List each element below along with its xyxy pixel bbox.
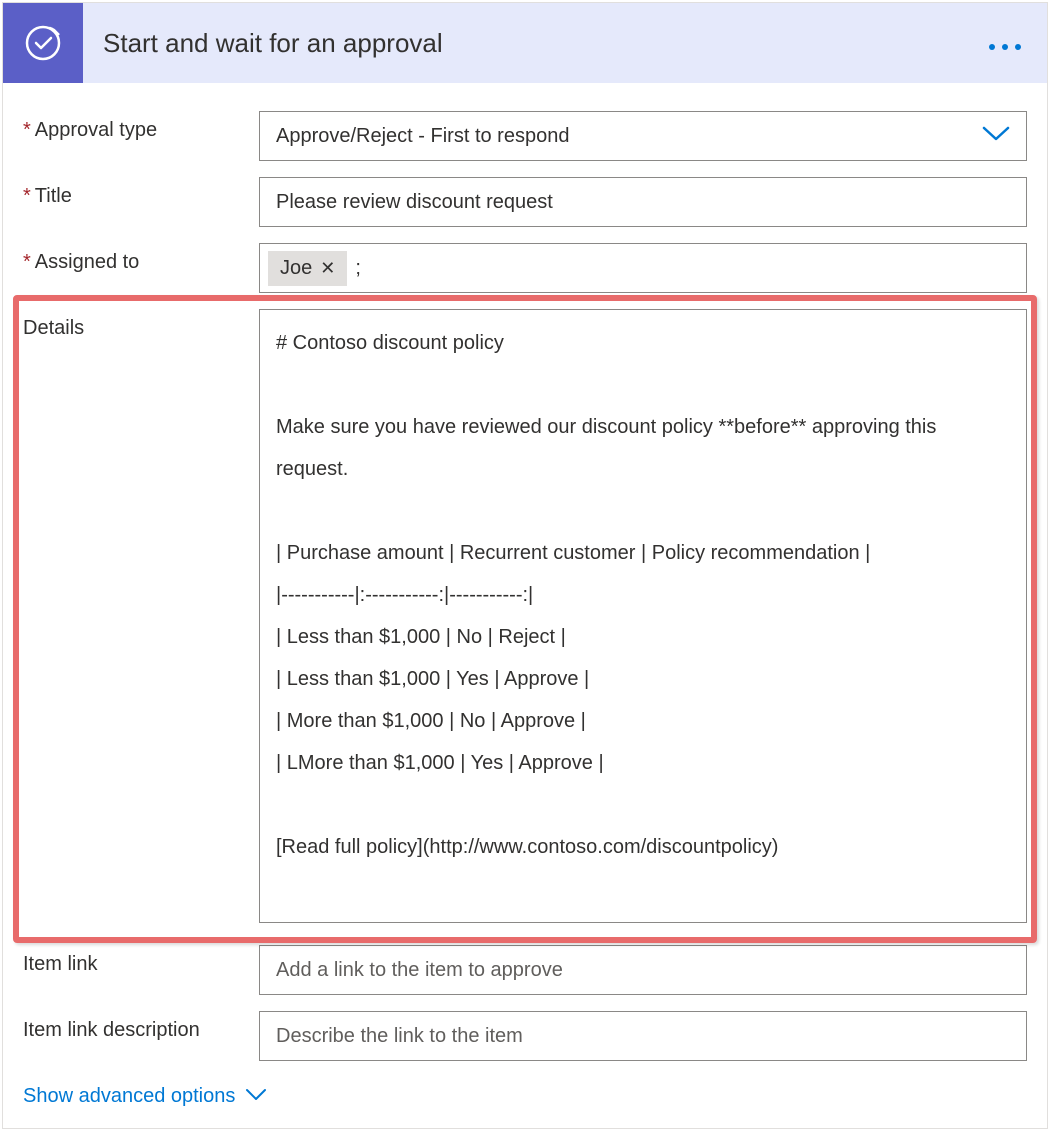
required-marker: * (23, 185, 31, 207)
card-title: Start and wait for an approval (83, 28, 963, 59)
advanced-label: Show advanced options (23, 1085, 235, 1108)
row-item-link: Item link (23, 945, 1027, 995)
row-details: Details (23, 309, 1027, 929)
row-item-link-description: Item link description (23, 1011, 1027, 1061)
label-item-link: Item link (23, 945, 259, 976)
item-link-input[interactable] (259, 945, 1027, 995)
row-assigned-to: *Assigned to Joe ✕ ; (23, 243, 1027, 293)
required-marker: * (23, 119, 31, 141)
label-assigned-to: *Assigned to (23, 243, 259, 274)
approval-action-card: Start and wait for an approval *Approval… (2, 2, 1048, 1129)
label-details: Details (23, 309, 259, 340)
details-textarea[interactable] (259, 309, 1027, 923)
remove-pill-button[interactable]: ✕ (320, 258, 335, 279)
chevron-down-icon (982, 125, 1010, 148)
approval-type-value: Approve/Reject - First to respond (276, 125, 569, 148)
approval-type-select[interactable]: Approve/Reject - First to respond (259, 111, 1027, 161)
required-marker: * (23, 251, 31, 273)
assignee-pill: Joe ✕ (268, 251, 347, 286)
label-item-link-description: Item link description (23, 1011, 259, 1042)
title-input[interactable] (259, 177, 1027, 227)
row-approval-type: *Approval type Approve/Reject - First to… (23, 111, 1027, 161)
card-menu-button[interactable] (963, 28, 1047, 59)
card-header: Start and wait for an approval (3, 3, 1047, 83)
assigned-to-input[interactable]: Joe ✕ ; (259, 243, 1027, 293)
row-title: *Title (23, 177, 1027, 227)
approval-icon (3, 3, 83, 83)
assignee-name: Joe (280, 257, 312, 280)
chevron-down-icon (245, 1085, 267, 1108)
show-advanced-options[interactable]: Show advanced options (23, 1077, 267, 1114)
label-approval-type: *Approval type (23, 111, 259, 142)
form-body: *Approval type Approve/Reject - First to… (3, 83, 1047, 1128)
assignee-separator: ; (353, 257, 361, 280)
label-title: *Title (23, 177, 259, 208)
item-link-description-input[interactable] (259, 1011, 1027, 1061)
